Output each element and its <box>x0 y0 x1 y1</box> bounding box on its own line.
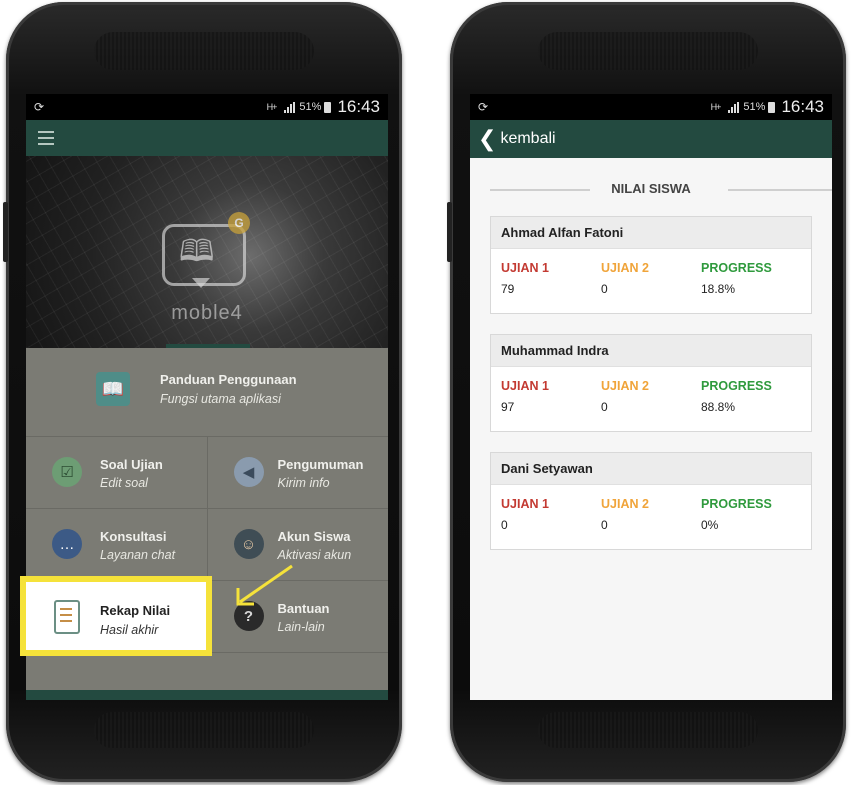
battery-icon <box>324 101 332 113</box>
exam2-score: 0 <box>601 400 608 414</box>
exam1-score: 79 <box>501 282 515 296</box>
progress-value: 88.8% <box>701 400 736 414</box>
logo-badge: G <box>228 212 250 234</box>
menu-item-title: Konsultasi <box>100 529 167 544</box>
student-name: Ahmad Alfan Fatoni <box>491 217 811 249</box>
menu-item-subtitle: Lain-lain <box>277 620 325 634</box>
reader-icon: 📖 <box>96 372 130 406</box>
menu-item-subtitle: Edit soal <box>100 476 148 490</box>
menu-item-title: Pengumuman <box>277 457 364 472</box>
exam2-label: UJIAN 2 <box>601 261 649 275</box>
progress-label: PROGRESS <box>701 497 772 511</box>
section-header: NILAI SISWA <box>470 170 832 210</box>
menu-item-subtitle: Layanan chat <box>100 548 176 562</box>
student-name: Dani Setyawan <box>491 453 811 485</box>
speaker-grille-top <box>94 32 314 70</box>
menu-item-subtitle: Aktivasi akun <box>277 548 352 562</box>
clock: 16:43 <box>781 97 824 116</box>
menu-item-consultation[interactable]: … Konsultasi Layanan chat <box>26 509 207 580</box>
menu-item-announcement[interactable]: ◀ Pengumuman Kirim info <box>206 437 389 508</box>
left-phone: ⟳ H+ 51% 16:43 🕮 G moble4 📖 Panduan Peng… <box>3 2 402 782</box>
menu-item-subtitle: Fungsi utama aplikasi <box>160 392 281 406</box>
exam1-score: 97 <box>501 400 515 414</box>
status-bar: ⟳ H+ 51% 16:43 <box>26 94 388 120</box>
network-type: H+ <box>710 102 722 112</box>
sync-icon: ⟳ <box>34 100 45 114</box>
battery-percent: 51% <box>743 101 766 113</box>
menu-item-title: Rekap Nilai <box>100 603 171 618</box>
clock: 16:43 <box>337 97 380 116</box>
exam2-label: UJIAN 2 <box>601 497 649 511</box>
speaker-grille-bottom <box>538 712 758 748</box>
clipboard-icon <box>54 600 80 634</box>
app-bar <box>26 120 388 156</box>
student-card: Dani Setyawan UJIAN 1 0 UJIAN 2 0 PROGRESS… <box>490 452 812 550</box>
menu-item-title: Soal Ujian <box>100 457 163 472</box>
book-icon: 🕮 <box>179 235 215 268</box>
menu-item-subtitle: Hasil akhir <box>100 623 159 637</box>
menu-bottom-bar <box>26 690 388 700</box>
student-card: Muhammad Indra UJIAN 1 97 UJIAN 2 0 PROGRE… <box>490 334 812 432</box>
right-screen: ⟳ H+ 51% 16:43 ❮ kembali NILAI SISWA Ahm… <box>470 94 832 700</box>
chevron-left-icon[interactable]: ❮ <box>478 128 496 150</box>
battery-percent: 51% <box>299 101 322 113</box>
hero-banner: 🕮 G moble4 <box>26 156 388 348</box>
menu-item-title: Akun Siswa <box>277 529 351 544</box>
user-icon: ☺ <box>233 529 264 559</box>
menu-item-guide[interactable]: 📖 Panduan Penggunaan Fungsi utama aplika… <box>26 348 388 437</box>
exam1-label: UJIAN 1 <box>501 497 549 511</box>
brand-name: moble4 <box>171 302 243 324</box>
student-card: Ahmad Alfan Fatoni UJIAN 1 79 UJIAN 2 0 PR… <box>490 216 812 314</box>
section-title: NILAI SISWA <box>611 181 691 196</box>
status-bar: ⟳ H+ 51% 16:43 <box>470 94 832 120</box>
exam2-score: 0 <box>601 518 608 532</box>
exam2-label: UJIAN 2 <box>601 379 649 393</box>
app-bar: ❮ kembali <box>470 120 832 158</box>
right-phone: ⟳ H+ 51% 16:43 ❮ kembali NILAI SISWA Ahm… <box>447 2 846 782</box>
menu-item-subtitle: Kirim info <box>277 476 330 490</box>
menu-item-exam[interactable]: ☑ Soal Ujian Edit soal <box>26 437 207 508</box>
menu-item-title: Panduan Penggunaan <box>160 372 297 387</box>
menu-icon[interactable] <box>38 131 54 149</box>
network-type: H+ <box>266 102 278 112</box>
exam1-label: UJIAN 1 <box>501 379 549 393</box>
progress-label: PROGRESS <box>701 261 772 275</box>
signal-icon <box>728 101 740 113</box>
exam1-score: 0 <box>501 518 508 532</box>
progress-label: PROGRESS <box>701 379 772 393</box>
back-button[interactable]: kembali <box>500 130 555 148</box>
progress-value: 18.8% <box>701 282 736 296</box>
chat-icon: … <box>52 529 82 559</box>
speaker-grille-top <box>538 32 758 70</box>
signal-icon <box>284 101 296 113</box>
logo-tail <box>192 278 210 288</box>
menu-item-grade-recap[interactable]: Rekap Nilai Hasil akhir <box>20 576 212 656</box>
megaphone-icon: ◀ <box>233 457 264 487</box>
exam1-label: UJIAN 1 <box>501 261 549 275</box>
exam2-score: 0 <box>601 282 608 296</box>
logo: 🕮 <box>162 224 246 286</box>
speaker-grille-bottom <box>94 712 314 748</box>
volume-button <box>3 202 8 262</box>
checkbox-icon: ☑ <box>52 457 82 487</box>
battery-icon <box>768 101 776 113</box>
pointer-arrow-icon <box>236 564 293 606</box>
student-name: Muhammad Indra <box>491 335 811 367</box>
volume-button <box>447 202 452 262</box>
progress-value: 0% <box>701 518 719 532</box>
sync-icon: ⟳ <box>478 100 489 114</box>
